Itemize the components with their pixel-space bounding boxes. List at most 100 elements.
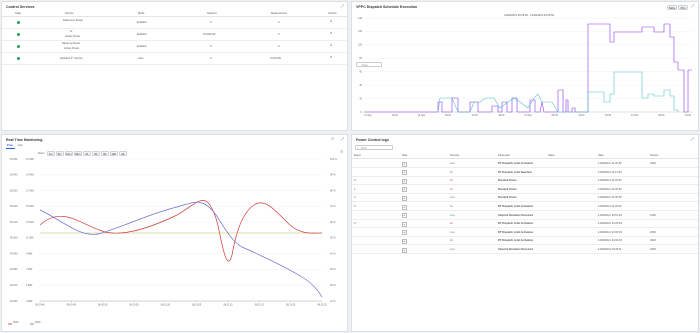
role-icon: ≡ xyxy=(402,221,407,227)
x-tick-label: 08:11:10 xyxy=(223,304,233,307)
log-parameter: Setpoint Deviation Received xyxy=(498,248,533,251)
legend-sof[interactable]: SOF xyxy=(8,321,18,326)
role-icon: ≡ xyxy=(402,170,407,176)
log-source: 1000 xyxy=(650,213,656,217)
log-date: 14/09/2021 11:26:59 xyxy=(598,187,622,191)
log-date: 14/09/2021 09:45:11 xyxy=(598,248,622,251)
log-event: 2 xyxy=(354,205,356,208)
log-severity: Hi xyxy=(450,222,453,226)
y-right-tick-label: 50 % xyxy=(330,237,336,240)
table-row[interactable]: Low RT Dispatch Limit Activation 14/09/202… xyxy=(352,229,698,237)
col-control: Control xyxy=(328,12,337,15)
table-row[interactable]: 0 Hi Nominal Power 14/09/2021 11:26:59 ≡ xyxy=(352,177,698,186)
table-row[interactable]: Low Setpoint Deviation Received 14/09/2021… xyxy=(352,212,698,220)
realtime-chart: 50.050 21 MW 100 % 50.040 19 MW 90 % 50.030 17 … xyxy=(10,158,338,307)
col-parameter: Parameter xyxy=(498,154,511,157)
col-mode: Mode xyxy=(138,12,145,15)
logs-search-input[interactable]: ⌕ Filter xyxy=(355,145,393,150)
log-parameter: Setpoint Deviation Received xyxy=(498,213,533,217)
x-tick-label: 08:10:55 xyxy=(129,304,139,307)
x-tick-label: 11 Sep xyxy=(364,114,372,117)
table-row[interactable]: 0 Low Nominal Power 14/09/2021 11:06:59 ≡ xyxy=(352,194,698,203)
table-row[interactable]: Low RT Dispatch Limit Activation 14/09/202… xyxy=(352,160,698,168)
log-source: 2000 xyxy=(650,162,656,165)
log-source: 2000 xyxy=(650,248,656,251)
x-tick-label: 08:10:45 xyxy=(67,304,77,307)
y-right-tick-label: 100 % xyxy=(330,158,338,161)
x-tick-label: 14 Sep xyxy=(631,114,639,117)
legend-soc[interactable]: SOC xyxy=(30,321,41,326)
table-row: Ramp-up Reset Active Power Enabled 0 0 ⚙ xyxy=(2,41,347,53)
y-left-tick-label: 50.040 xyxy=(10,174,18,177)
y-mid-tick-label: 21 MW xyxy=(26,158,34,161)
service-name: Reference Power xyxy=(63,19,84,22)
y-tick-label: 20 xyxy=(359,97,362,100)
state-ok-icon xyxy=(17,21,20,24)
table-row[interactable]: 2 Hi RT Dispatch Limit Activation 14/09/202… xyxy=(352,203,698,211)
y-left-tick-label: 49.970 xyxy=(10,284,18,287)
state-ok-icon xyxy=(17,33,20,36)
log-event: 0 xyxy=(354,222,356,226)
settings-icon[interactable]: ⚙ xyxy=(330,20,332,23)
log-severity: Hi xyxy=(450,205,453,208)
col-setpoint: Setpoint xyxy=(207,12,217,15)
log-severity: Low xyxy=(450,196,455,200)
soc-swatch xyxy=(30,323,34,325)
col-value: Value xyxy=(548,154,555,157)
y-left-tick-label: 49.960 xyxy=(10,300,18,303)
y-left-tick-label: 50.010 xyxy=(10,221,18,224)
table-row: Reference Power Enabled 0 0 ⚙ xyxy=(2,17,347,29)
y-tick-label: 120 xyxy=(358,30,363,33)
x-tick-label: 18:00 xyxy=(392,114,399,117)
service-sub: Active Power xyxy=(64,47,80,50)
x-tick-label: 12:00 xyxy=(472,114,479,117)
x-tick-label: 18:00 xyxy=(498,114,505,117)
table-row[interactable]: 1 Hi Nominal Power 14/09/2021 11:26:59 ≡ xyxy=(352,186,698,194)
log-severity: Hi xyxy=(450,187,453,191)
realtime-panel: Real Time Monitoring ⟳ ⤢ Prop Ana Zoom 1… xyxy=(1,134,348,332)
table-row: Fr Active Power Enabled 70,000 kW 0 ⚙ xyxy=(2,29,347,41)
y-tick-label: 40 xyxy=(359,84,362,87)
service-sub: Active Power xyxy=(65,35,81,38)
role-icon: ≡ xyxy=(402,247,407,253)
table-row[interactable]: Low Setpoint Deviation Received 14/09/2021… xyxy=(352,246,698,254)
log-severity: Low xyxy=(450,162,455,165)
role-icon: ≡ xyxy=(402,238,407,244)
logs-header: Event Role Severity Parameter Value Date Sourc… xyxy=(352,154,698,159)
y-mid-tick-label: 5 MW xyxy=(26,284,33,287)
settings-icon[interactable]: ⚙ xyxy=(330,56,332,59)
log-event: 1 xyxy=(354,187,356,191)
role-icon: ≡ xyxy=(402,178,407,184)
log-parameter: Nominal Power xyxy=(498,179,517,183)
service-mode: Auto xyxy=(138,57,144,60)
col-state: State xyxy=(15,12,22,15)
settings-icon[interactable]: ⚙ xyxy=(330,44,332,47)
y-mid-tick-label: 17 MW xyxy=(26,189,34,192)
col-role: Role xyxy=(402,154,408,157)
log-parameter: RT Dispatch Limit Reached xyxy=(498,170,532,174)
table-row[interactable]: Hi RT Dispatch Limit Reached 14/09/2021 11… xyxy=(352,169,698,177)
x-tick-label: 12:00 xyxy=(578,114,585,117)
log-date: 14/09/2021 11:03:00 xyxy=(598,205,622,208)
vppc-dispatch-panel: VPPC Dispatch Schedule Execution Table P… xyxy=(351,1,699,131)
log-date: 14/09/2021 10:00:39 xyxy=(598,230,622,234)
x-tick-label: 08:11:25 xyxy=(317,304,327,307)
service-mode: Enabled xyxy=(137,33,147,36)
expand-icon[interactable]: ⤢ xyxy=(691,136,694,141)
log-parameter: RT Dispatch Limit Activation xyxy=(498,222,534,226)
table-row[interactable]: 0 Hi RT Dispatch Limit Activation 14/09/202… xyxy=(352,220,698,229)
log-severity: Low xyxy=(450,248,455,251)
service-setpoint: 0 xyxy=(210,57,212,60)
search-icon: ⌕ xyxy=(357,146,359,150)
expand-icon[interactable]: ⤢ xyxy=(341,3,344,8)
settings-icon[interactable]: ⚙ xyxy=(330,32,332,35)
search-placeholder: Filter xyxy=(361,146,367,150)
y-mid-tick-label: 3 MW xyxy=(26,300,33,303)
service-measurement: 0 xyxy=(278,21,280,24)
table-row: Dispatch P: Service Auto 0 70,00 kW ⚙ xyxy=(2,53,347,65)
state-ok-icon xyxy=(17,57,20,60)
y-mid-tick-label: 11 MW xyxy=(26,237,34,240)
service-measurement: 70,00 kW xyxy=(270,57,281,60)
legend-soc-label: SOC xyxy=(35,321,41,324)
table-row[interactable]: Hi RT Dispatch Limit Activation 14/09/2021… xyxy=(352,237,698,246)
